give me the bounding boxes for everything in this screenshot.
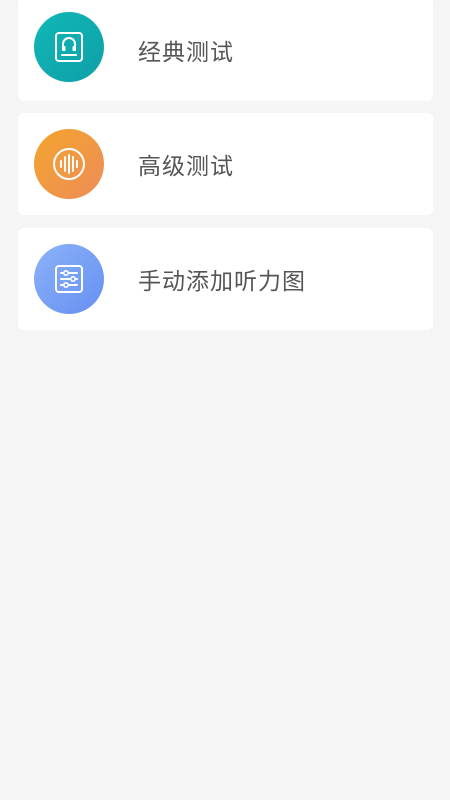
- headphones-card-icon: [55, 32, 83, 62]
- advanced-test-icon-circle: [34, 129, 104, 199]
- advanced-test-card[interactable]: 高级测试: [18, 113, 433, 215]
- manual-audiogram-label: 手动添加听力图: [138, 269, 306, 295]
- classic-test-icon-circle: [34, 12, 104, 82]
- manual-audiogram-card[interactable]: 手动添加听力图: [18, 228, 433, 330]
- advanced-test-label: 高级测试: [138, 154, 234, 180]
- sound-wave-icon: [53, 148, 85, 180]
- sliders-icon: [55, 265, 83, 293]
- manual-audiogram-icon-circle: [34, 244, 104, 314]
- classic-test-card[interactable]: 经典测试: [18, 0, 433, 101]
- classic-test-label: 经典测试: [138, 39, 234, 66]
